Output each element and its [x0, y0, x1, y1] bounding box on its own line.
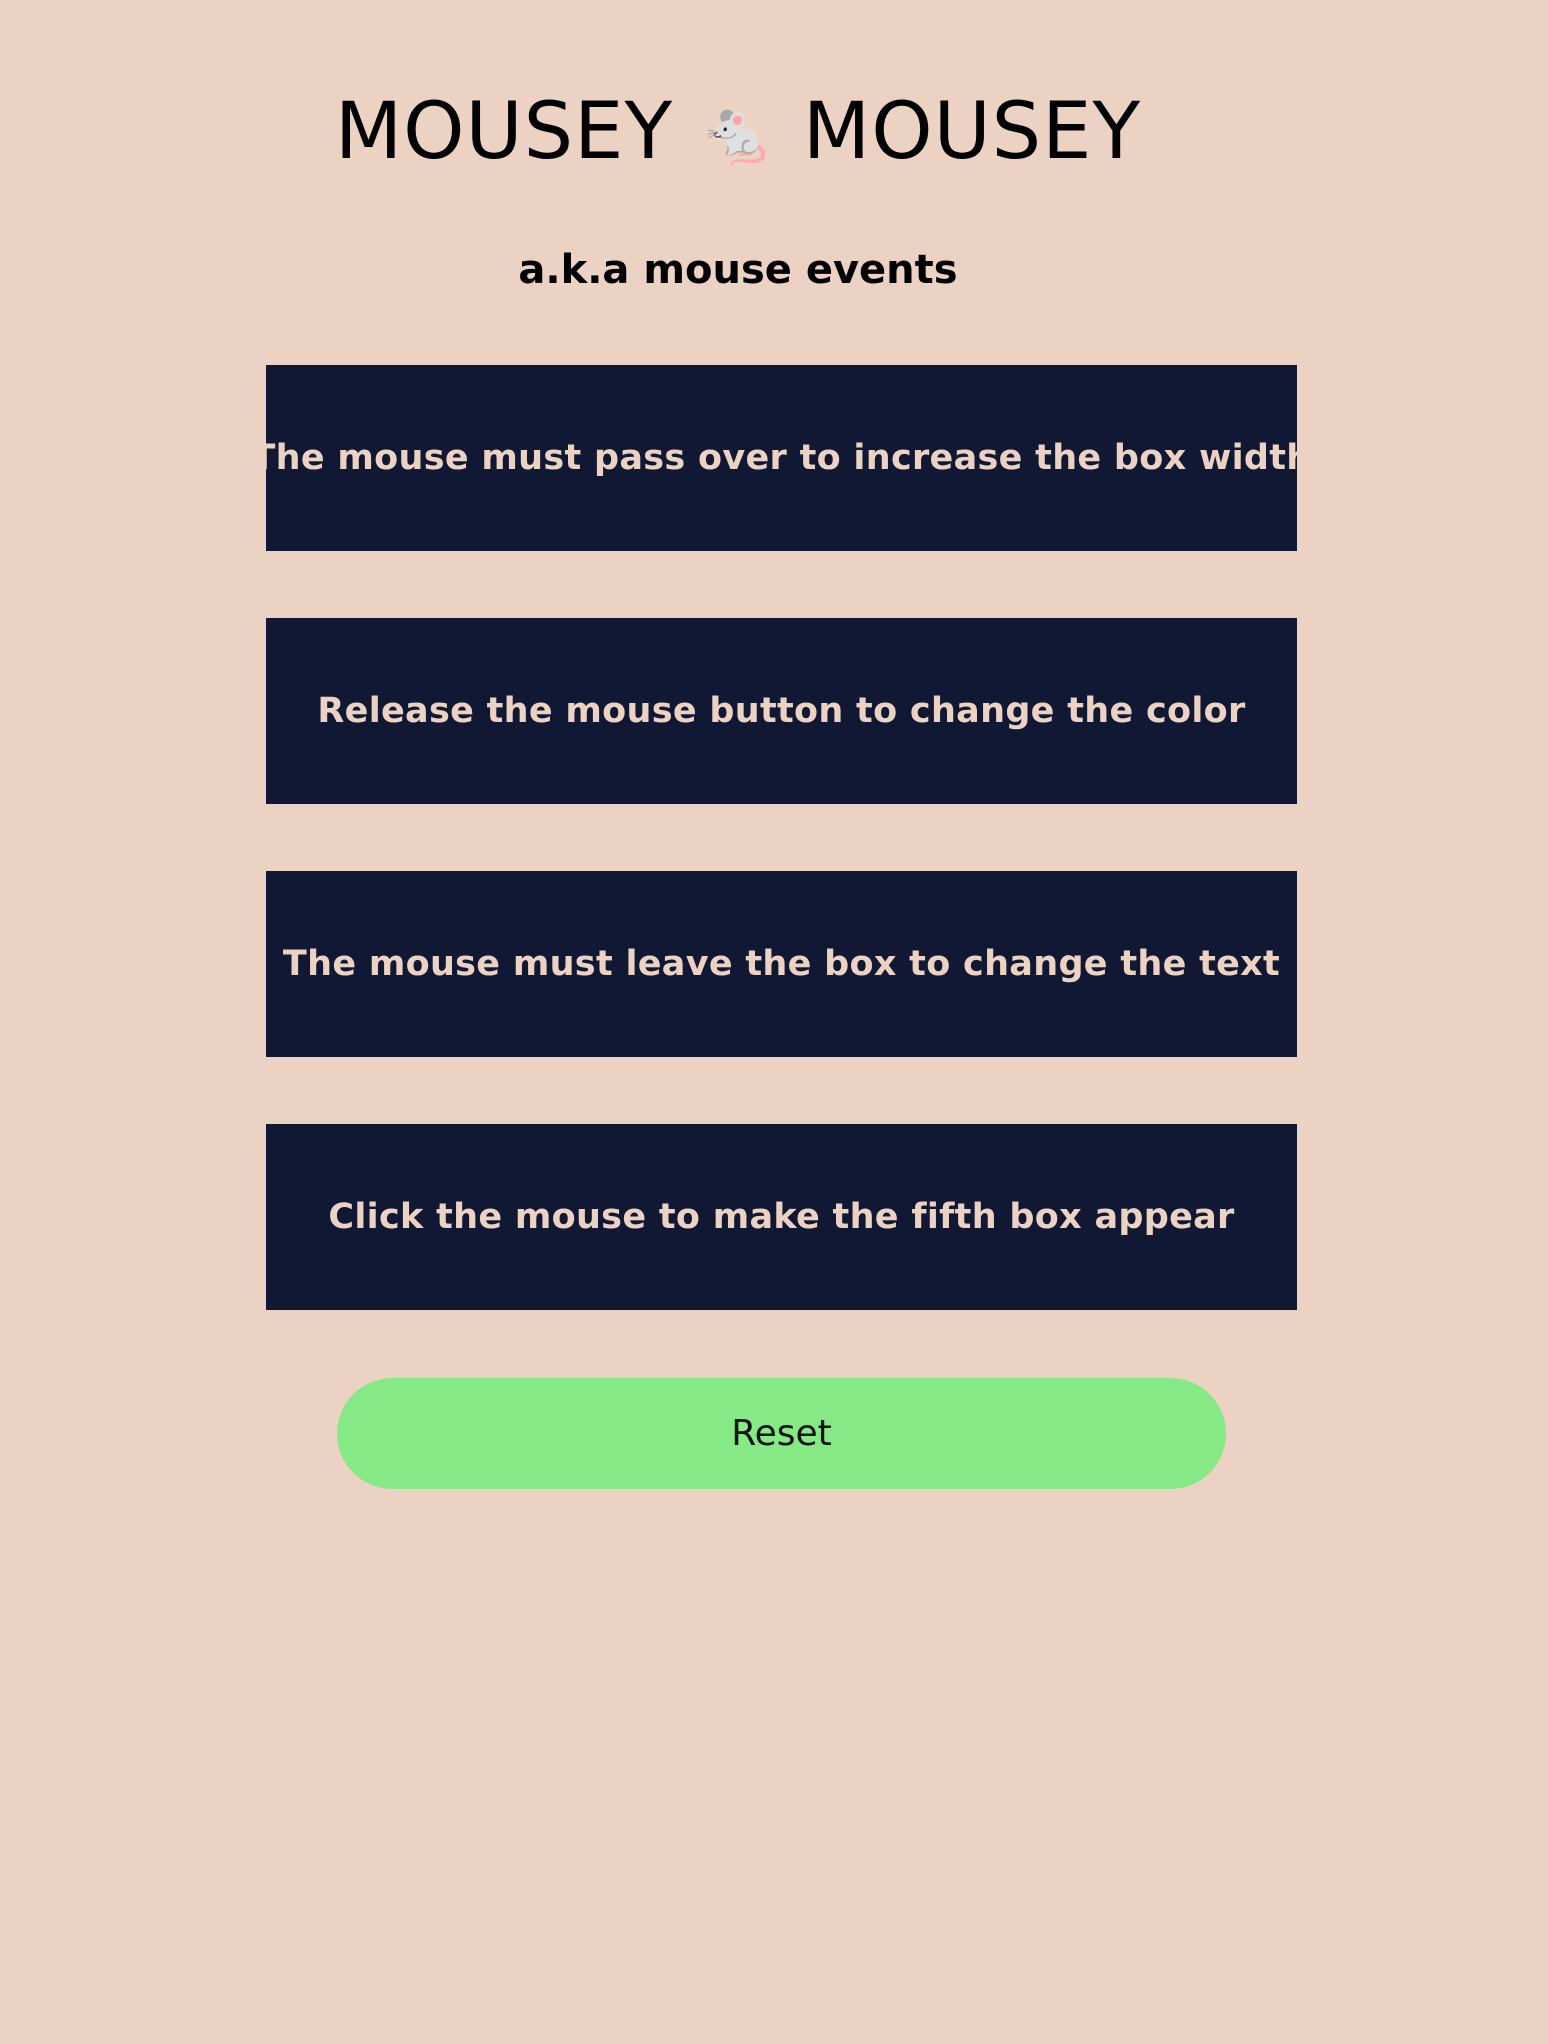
mouseup-box[interactable]: Release the mouse button to change the c…: [266, 618, 1297, 804]
page-subtitle: a.k.a mouse events: [518, 247, 958, 293]
page-title-right: MOUSEY: [802, 87, 1142, 177]
click-box-label: Click the mouse to make the fifth box ap…: [328, 1197, 1235, 1237]
mouseleave-box-label: The mouse must leave the box to change t…: [282, 944, 1281, 984]
page-title: MOUSEY 🐁 MOUSEY: [0, 82, 1476, 183]
mouseup-box-label: Release the mouse button to change the c…: [317, 691, 1246, 731]
mouseover-box-label: The mouse must pass over to increase the…: [251, 438, 1312, 478]
click-box[interactable]: Click the mouse to make the fifth box ap…: [266, 1124, 1297, 1310]
page-title-left: MOUSEY: [334, 87, 674, 177]
mouseover-box[interactable]: The mouse must pass over to increase the…: [251, 365, 1311, 551]
reset-button[interactable]: Reset: [337, 1378, 1226, 1489]
mouse-icon: 🐁: [698, 96, 778, 169]
mouseleave-box[interactable]: The mouse must leave the box to change t…: [266, 871, 1297, 1057]
